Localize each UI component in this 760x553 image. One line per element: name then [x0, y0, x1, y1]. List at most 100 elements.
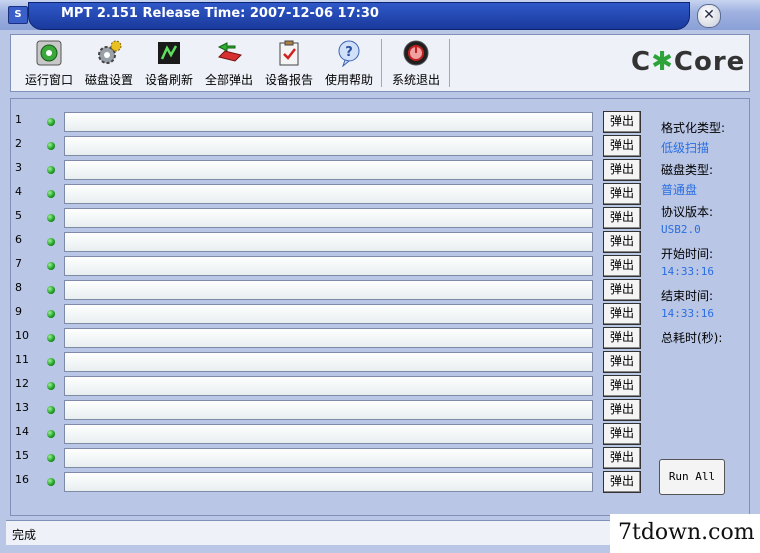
port-number: 3 — [15, 161, 22, 174]
eject-button[interactable]: 弹出 — [603, 327, 641, 349]
run-window-button[interactable]: 运行窗口 — [23, 39, 75, 87]
port-row: 15 弹出 — [11, 447, 651, 469]
port-row: 4 弹出 — [11, 183, 651, 205]
port-number: 4 — [15, 185, 22, 198]
port-progress-bar — [64, 376, 593, 396]
port-progress-bar — [64, 256, 593, 276]
port-progress-bar — [64, 424, 593, 444]
refresh-devices-label: 设备刷新 — [144, 73, 193, 87]
close-button[interactable]: ✕ — [697, 4, 721, 28]
start-time-value: 14:33:16 — [661, 265, 714, 278]
eject-button[interactable]: 弹出 — [603, 231, 641, 253]
port-number: 8 — [15, 281, 22, 294]
port-row: 13 弹出 — [11, 399, 651, 421]
port-row: 14 弹出 — [11, 423, 651, 445]
port-progress-bar — [64, 448, 593, 468]
eject-button[interactable]: 弹出 — [603, 111, 641, 133]
port-row: 11 弹出 — [11, 351, 651, 373]
device-report-label: 设备报告 — [264, 73, 313, 87]
end-time-label: 结束时间: — [661, 289, 714, 303]
help-label: 使用帮助 — [324, 73, 373, 87]
run-window-label: 运行窗口 — [24, 73, 73, 87]
gear-icon — [98, 40, 122, 64]
exit-icon — [403, 40, 429, 66]
port-row: 16 弹出 — [11, 471, 651, 493]
watermark: 7tdown.com — [610, 514, 760, 553]
port-row: 9 弹出 — [11, 303, 651, 325]
port-progress-bar — [64, 112, 593, 132]
eject-button[interactable]: 弹出 — [603, 255, 641, 277]
run-all-button[interactable]: Run All — [659, 459, 725, 495]
port-number: 16 — [15, 473, 29, 486]
eject-button[interactable]: 弹出 — [603, 423, 641, 445]
title-bar[interactable]: S MPT 2.151 Release Time: 2007-12-06 17:… — [0, 0, 760, 30]
elapsed-label: 总耗时(秒): — [661, 331, 723, 345]
disk-settings-label: 磁盘设置 — [84, 73, 133, 87]
toolbar: 运行窗口 磁盘设置 设备刷新 全部弹出 设备报告 ? 使用帮助 系统退出 C✱C… — [10, 34, 750, 92]
eject-button[interactable]: 弹出 — [603, 471, 641, 493]
port-progress-bar — [64, 472, 593, 492]
eject-button[interactable]: 弹出 — [603, 399, 641, 421]
status-led-icon — [47, 334, 55, 342]
port-progress-bar — [64, 352, 593, 372]
port-number: 7 — [15, 257, 22, 270]
port-number: 5 — [15, 209, 22, 222]
mpt-window: S MPT 2.151 Release Time: 2007-12-06 17:… — [0, 0, 760, 553]
status-led-icon — [47, 214, 55, 222]
refresh-icon — [158, 42, 180, 64]
protocol-value: USB2.0 — [661, 223, 701, 236]
window-title: MPT 2.151 Release Time: 2007-12-06 17:30 — [61, 6, 379, 21]
port-progress-bar — [64, 160, 593, 180]
refresh-devices-button[interactable]: 设备刷新 — [143, 39, 195, 87]
status-led-icon — [47, 118, 55, 126]
disk-type-value: 普通盘 — [661, 183, 698, 197]
svg-text:?: ? — [345, 45, 353, 60]
device-report-button[interactable]: 设备报告 — [263, 39, 315, 87]
app-icon: S — [8, 6, 28, 24]
port-row: 5 弹出 — [11, 207, 651, 229]
port-progress-bar — [64, 184, 593, 204]
port-progress-bar — [64, 208, 593, 228]
help-button[interactable]: ? 使用帮助 — [323, 39, 375, 87]
status-led-icon — [47, 430, 55, 438]
eject-button[interactable]: 弹出 — [603, 183, 641, 205]
eject-button[interactable]: 弹出 — [603, 375, 641, 397]
port-row: 8 弹出 — [11, 279, 651, 301]
port-progress-bar — [64, 232, 593, 252]
eject-button[interactable]: 弹出 — [603, 303, 641, 325]
status-led-icon — [47, 310, 55, 318]
port-number: 10 — [15, 329, 29, 342]
eject-button[interactable]: 弹出 — [603, 159, 641, 181]
port-number: 15 — [15, 449, 29, 462]
eject-button[interactable]: 弹出 — [603, 207, 641, 229]
port-number: 2 — [15, 137, 22, 150]
status-led-icon — [47, 382, 55, 390]
eject-all-icon — [217, 42, 242, 62]
port-number: 11 — [15, 353, 29, 366]
status-text: 完成 — [12, 528, 37, 542]
eject-all-button[interactable]: 全部弹出 — [203, 39, 255, 87]
exit-button[interactable]: 系统退出 — [389, 39, 443, 87]
port-progress-bar — [64, 400, 593, 420]
port-row: 3 弹出 — [11, 159, 651, 181]
toolbar-separator — [381, 39, 382, 87]
port-row: 7 弹出 — [11, 255, 651, 277]
port-number: 1 — [15, 113, 22, 126]
disk-settings-button[interactable]: 磁盘设置 — [83, 39, 135, 87]
port-progress-bar — [64, 304, 593, 324]
port-progress-bar — [64, 280, 593, 300]
status-led-icon — [47, 478, 55, 486]
eject-button[interactable]: 弹出 — [603, 351, 641, 373]
port-row: 10 弹出 — [11, 327, 651, 349]
disk-type-label: 磁盘类型: — [661, 163, 714, 177]
port-number: 6 — [15, 233, 22, 246]
eject-button[interactable]: 弹出 — [603, 447, 641, 469]
port-number: 12 — [15, 377, 29, 390]
status-led-icon — [47, 142, 55, 150]
watermark-text: 7tdown.com — [618, 520, 755, 545]
port-row: 1 弹出 — [11, 111, 651, 133]
eject-button[interactable]: 弹出 — [603, 135, 641, 157]
format-type-value: 低级扫描 — [661, 141, 710, 155]
eject-button[interactable]: 弹出 — [603, 279, 641, 301]
format-type-label: 格式化类型: — [661, 121, 726, 135]
